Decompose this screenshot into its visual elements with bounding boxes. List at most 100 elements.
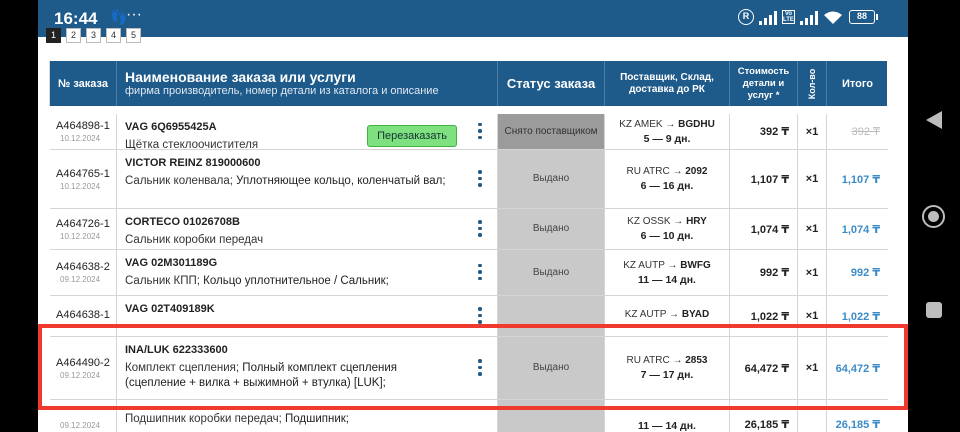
more-vert-icon[interactable] <box>478 263 482 284</box>
order-id-cell: A464638-1 <box>50 296 117 336</box>
r-circle-icon: R <box>738 9 754 25</box>
page-1[interactable]: 1 <box>46 28 61 43</box>
part-description: Подшипник коробки передач; Подшипник; <box>125 412 455 427</box>
part-description: Комплект сцепления; Полный комплект сцеп… <box>125 361 455 391</box>
more-vert-icon[interactable] <box>478 170 482 190</box>
desc-secondary: Подшипник; <box>284 413 349 425</box>
order-id-cell: A464898-1 10.12.2024 <box>50 114 117 149</box>
status-cell: Выдано <box>498 209 605 249</box>
desc-primary: Сальник коленвала; <box>125 175 237 187</box>
delivery-days: 6 — 10 дн. <box>640 230 694 242</box>
header-qty: Кол-во <box>798 61 827 106</box>
reorder-button[interactable]: Перезаказать <box>367 125 457 147</box>
order-name-cell: VICTOR REINZ 819000600 Сальник коленвала;… <box>117 150 498 208</box>
header-total: Итого <box>841 77 874 90</box>
status-bar: 16:44 👣 ··· R Vo LTE 88 <box>38 0 908 37</box>
pagination: 12345 <box>46 28 146 46</box>
order-id-cell: A464638-2 09.12.2024 <box>50 250 117 295</box>
table-header: № заказа Наименование заказа или услуги … <box>50 61 887 106</box>
status-cell: Снято поставщиком <box>498 114 605 149</box>
status-cell <box>498 400 605 432</box>
cost-cell: 1,074 ₸ <box>730 209 798 249</box>
header-name-subtitle: фирма производитель, номер детали из кат… <box>125 85 439 97</box>
more-vert-icon[interactable] <box>478 220 482 240</box>
cost-cell: 1,107 ₸ <box>730 150 798 208</box>
total-cell: 392 ₸ <box>851 126 880 138</box>
table-row[interactable]: A464490-2 09.12.2024 INA/LUK 622333600 Комп… <box>50 337 888 400</box>
more-vert-icon[interactable] <box>478 359 482 379</box>
route-from: RU ATRC <box>626 166 670 177</box>
total-cell: 1,074 ₸ <box>841 223 880 236</box>
signal-icon <box>759 11 777 25</box>
order-id-cell: A464726-1 10.12.2024 <box>50 209 117 249</box>
supplier-cell: KZ AMEK → BGDHU 5 — 9 дн. <box>605 114 730 149</box>
more-vert-icon[interactable] <box>478 122 482 143</box>
supplier-cell: 11 — 14 дн. <box>605 400 730 432</box>
order-date: 09.12.2024 <box>60 370 101 380</box>
orders-table: № заказа Наименование заказа или услуги … <box>49 61 888 432</box>
back-icon[interactable] <box>926 111 942 129</box>
route-to: 2853 <box>685 355 708 366</box>
desc-secondary: Уплотняющее кольцо, коленчатый вал; <box>236 175 446 187</box>
header-name: Наименование заказа или услуги фирма про… <box>117 61 498 106</box>
order-name-cell: VAG 02M301189G Сальник КПП; Кольцо уплотн… <box>117 250 498 295</box>
part-title: CORTECO 01026708B <box>125 216 240 228</box>
total-cell: 1,022 ₸ <box>841 310 880 323</box>
route-from: KZ OSSK <box>627 216 671 227</box>
order-number: A464765-1 <box>56 167 110 180</box>
order-number: A464638-2 <box>56 261 110 273</box>
order-number: A464898-1 <box>56 120 110 132</box>
table-row[interactable]: 09.12.2024 Подшипник коробки передач; Под… <box>50 400 888 432</box>
delivery-days: 11 — 14 дн. <box>638 420 696 432</box>
table-row[interactable]: A464638-1 VAG 02T409189K KZ AUTP → BYAD 1,0… <box>50 296 888 337</box>
route-to: BGDHU <box>678 118 715 130</box>
part-title: VICTOR REINZ 819000600 <box>125 157 261 169</box>
total-cell: 1,107 ₸ <box>841 173 880 186</box>
page-4[interactable]: 4 <box>106 28 121 43</box>
supplier-route: KZ AUTP → BWFG <box>623 259 711 271</box>
qty-cell: ×1 <box>798 296 827 336</box>
table-row[interactable]: A464638-2 09.12.2024 VAG 02M301189G Сальник… <box>50 250 888 296</box>
part-description: Сальник коленвала; Уплотняющее кольцо, к… <box>125 174 455 189</box>
page-5[interactable]: 5 <box>126 28 141 43</box>
route-to: BWFG <box>680 259 711 271</box>
order-date: 10.12.2024 <box>60 231 101 241</box>
recent-apps-icon[interactable] <box>926 302 942 318</box>
more-icon: ··· <box>126 6 142 23</box>
route-from: KZ AMEK <box>619 118 663 130</box>
desc-primary: Сальник коробки передач <box>125 234 264 246</box>
table-row[interactable]: A464898-1 10.12.2024 VAG 6Q6955425A Щётка с… <box>50 114 888 151</box>
cost-cell: 392 ₸ <box>730 114 798 149</box>
table-row[interactable]: A464726-1 10.12.2024 CORTECO 01026708B Саль… <box>50 209 888 250</box>
order-id-cell: A464490-2 09.12.2024 <box>50 337 117 399</box>
more-vert-icon[interactable] <box>478 307 482 327</box>
part-title: VAG 02M301189G <box>125 257 218 269</box>
signal2-icon <box>800 11 818 25</box>
home-icon[interactable] <box>922 205 945 228</box>
qty-cell: ×1 <box>798 337 827 399</box>
page-2[interactable]: 2 <box>66 28 81 43</box>
total-cell: 64,472 ₸ <box>835 362 880 375</box>
cost-cell: 992 ₸ <box>730 250 798 295</box>
battery-tip <box>876 14 878 20</box>
order-number: A464638-1 <box>56 309 110 321</box>
status-cell: Выдано <box>498 337 605 399</box>
status-cell: Выдано <box>498 250 605 295</box>
part-title: VAG 02T409189K <box>125 303 215 315</box>
delivery-days: 6 — 16 дн. <box>640 180 694 192</box>
page-3[interactable]: 3 <box>86 28 101 43</box>
supplier-cell: RU ATRC → 2092 6 — 16 дн. <box>605 150 730 208</box>
route-to: 2092 <box>685 166 708 177</box>
supplier-route: RU ATRC → 2092 <box>626 166 708 177</box>
order-date: 10.12.2024 <box>60 181 101 191</box>
header-qty-label: Кол-во <box>807 68 817 99</box>
total-cell: 992 ₸ <box>850 267 880 279</box>
app-screen: 16:44 👣 ··· R Vo LTE 88 12345 № заказа На… <box>38 0 908 432</box>
table-row[interactable]: A464765-1 10.12.2024 VICTOR REINZ 81900060… <box>50 150 888 209</box>
system-nav-bar <box>908 0 960 432</box>
desc-primary: Комплект сцепления; <box>125 362 243 374</box>
part-description: Сальник КПП; Кольцо уплотнительное / Сал… <box>125 274 455 289</box>
header-name-title: Наименование заказа или услуги <box>125 69 356 85</box>
order-date: 09.12.2024 <box>60 275 101 284</box>
delivery-days: 5 — 9 дн. <box>643 132 691 145</box>
